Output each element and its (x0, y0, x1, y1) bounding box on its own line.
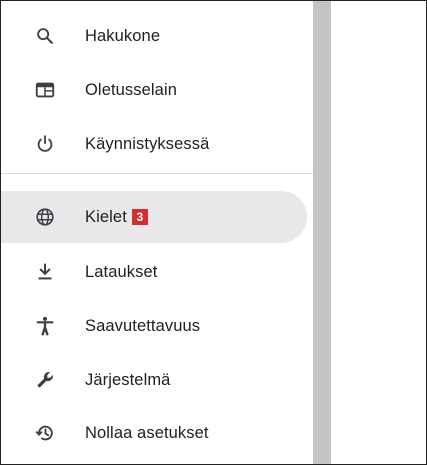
sidebar-item-accessibility[interactable]: Saavutettavuus (1, 300, 307, 352)
download-icon (33, 260, 57, 284)
globe-icon (33, 205, 57, 229)
sidebar-item-label: Lataukset (85, 262, 158, 281)
reset-history-icon (33, 421, 57, 445)
wrench-icon (33, 368, 57, 392)
sidebar-divider (1, 173, 313, 174)
sidebar-item-system[interactable]: Järjestelmä (1, 354, 307, 406)
sidebar-item-label: Järjestelmä (85, 370, 171, 389)
sidebar-item-search-engine[interactable]: Hakukone (1, 10, 307, 62)
settings-window: Hakukone Oletusselain Käynnistyksessä Ki… (0, 0, 427, 465)
sidebar-item-default-browser[interactable]: Oletusselain (1, 64, 307, 116)
browser-window-icon (33, 78, 57, 102)
main-content-area (331, 1, 426, 464)
sidebar-item-label: Kielet (85, 207, 127, 226)
search-icon (33, 24, 57, 48)
sidebar-item-on-startup[interactable]: Käynnistyksessä (1, 118, 307, 170)
sidebar-item-label: Hakukone (85, 26, 161, 45)
sidebar-item-languages[interactable]: Kielet 3 (1, 191, 307, 243)
sidebar-item-label: Oletusselain (85, 80, 177, 99)
sidebar-item-downloads[interactable]: Lataukset (1, 246, 307, 298)
sidebar-item-label: Saavutettavuus (85, 316, 201, 335)
power-icon (33, 132, 57, 156)
sidebar-item-reset-settings[interactable]: Nollaa asetukset (1, 407, 307, 459)
accessibility-icon (33, 314, 57, 338)
sidebar-item-label: Nollaa asetukset (85, 423, 209, 442)
settings-sidebar: Hakukone Oletusselain Käynnistyksessä Ki… (1, 1, 313, 464)
sidebar-item-label: Käynnistyksessä (85, 134, 210, 153)
vertical-scrollbar[interactable] (313, 1, 331, 464)
annotation-badge: 3 (131, 209, 148, 225)
